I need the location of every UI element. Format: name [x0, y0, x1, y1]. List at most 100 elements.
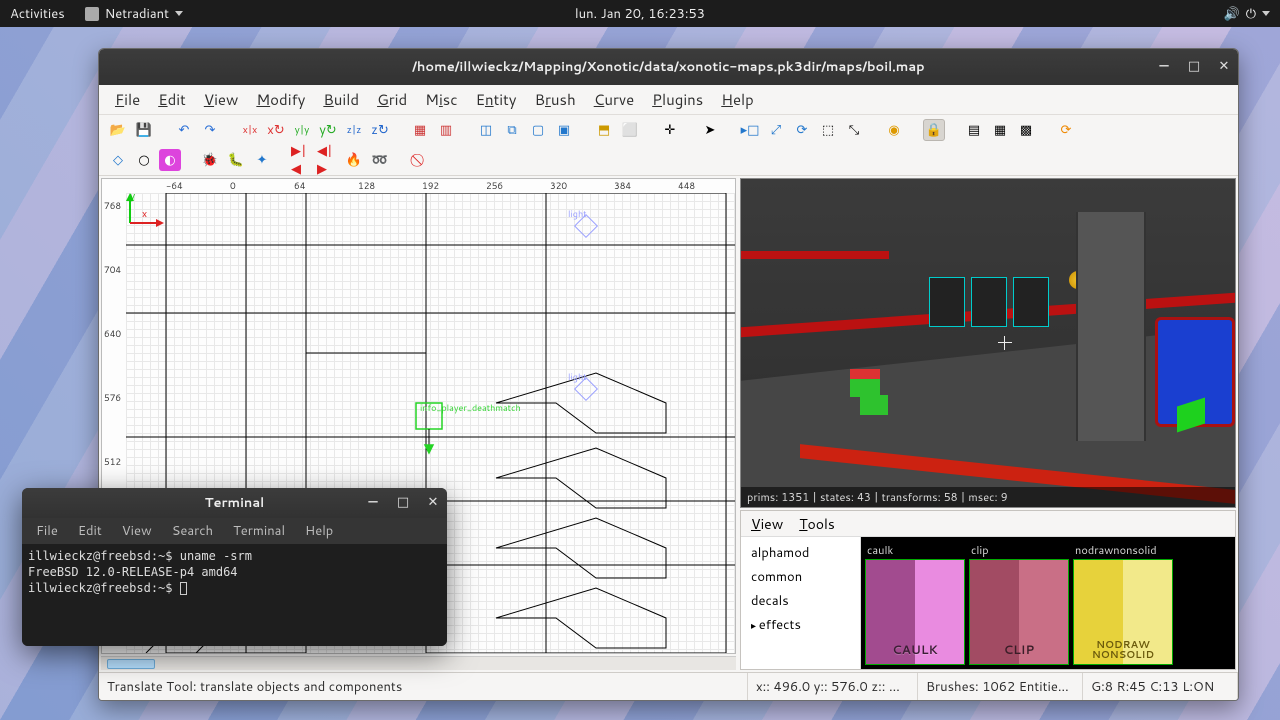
select-rect-icon[interactable]: ⬚: [817, 119, 839, 141]
texture-swatch[interactable]: [1073, 559, 1173, 665]
save-icon[interactable]: 💾: [133, 119, 155, 141]
texture-swatch[interactable]: [969, 559, 1069, 665]
pointer-icon[interactable]: ➤: [699, 119, 721, 141]
texture-category-list[interactable]: alphamodcommondecalseffects: [741, 537, 861, 669]
status-grid: G:8 R:45 C:13 L:ON: [1083, 673, 1238, 700]
view-change-icon[interactable]: ⬒: [593, 119, 615, 141]
ruler-tick: -64: [166, 179, 183, 192]
texture-label: nodrawnonsolid: [1073, 541, 1173, 559]
texture-category-item[interactable]: alphamod: [741, 541, 860, 565]
menu-view[interactable]: View: [196, 86, 247, 113]
minimize-button[interactable]: —: [1156, 59, 1172, 75]
weld-1-icon[interactable]: ▶|◀: [291, 149, 313, 171]
texture-menu-view[interactable]: View: [751, 514, 783, 534]
terminal-menu-item[interactable]: Terminal: [225, 520, 293, 542]
texbrowser-icon[interactable]: ▩: [1015, 119, 1037, 141]
flip-x-icon[interactable]: x|x: [239, 119, 261, 141]
texture-lock-icon[interactable]: 🔒: [923, 119, 945, 141]
cubic-clip-icon[interactable]: ⬜: [619, 119, 641, 141]
menu-brush[interactable]: Brush: [527, 86, 584, 113]
menu-entity[interactable]: Entity: [468, 86, 525, 113]
flip-y-icon[interactable]: y|y: [291, 119, 313, 141]
ruler-tick: 640: [104, 327, 121, 340]
clipper-icon[interactable]: ▸□: [739, 119, 761, 141]
menu-build[interactable]: Build: [315, 86, 367, 113]
rotate-icon[interactable]: ⟳: [791, 119, 813, 141]
system-status-area[interactable]: 🔊 ⏻: [1214, 5, 1280, 23]
weld-2-icon[interactable]: ◀|▶: [317, 149, 339, 171]
maximize-button[interactable]: □: [395, 495, 411, 511]
terminal-titlebar[interactable]: Terminal — □ ✕: [22, 488, 447, 518]
redo-icon[interactable]: ↷: [199, 119, 221, 141]
flame-icon[interactable]: 🔥: [343, 149, 365, 171]
undo-icon[interactable]: ↶: [173, 119, 195, 141]
texture-category-item[interactable]: common: [741, 565, 860, 589]
texture-category-item[interactable]: decals: [741, 589, 860, 613]
select-touching-icon[interactable]: ▦: [409, 119, 431, 141]
console-icon[interactable]: ▦: [989, 119, 1011, 141]
menu-curve[interactable]: Curve: [586, 86, 642, 113]
bobtool-2-icon[interactable]: 🐛: [225, 149, 247, 171]
no-icon[interactable]: ⃠: [409, 149, 431, 171]
hollow-icon[interactable]: ▢: [527, 119, 549, 141]
bobtool-1-icon[interactable]: 🐞: [199, 149, 221, 171]
room-icon[interactable]: ▣: [553, 119, 575, 141]
csg-subtract-icon[interactable]: ◫: [475, 119, 497, 141]
patch-icon[interactable]: ◉: [883, 119, 905, 141]
menu-plugins[interactable]: Plugins: [644, 86, 711, 113]
terminal-menu-item[interactable]: Search: [164, 520, 221, 542]
terminal-menu-item[interactable]: View: [114, 520, 160, 542]
terminal-menu-item[interactable]: Edit: [70, 520, 110, 542]
terminal-output[interactable]: illwieckz@freebsd:~$ uname -srm FreeBSD …: [22, 544, 447, 646]
terminal-menu-item[interactable]: Help: [297, 520, 341, 542]
close-button[interactable]: ✕: [1216, 59, 1232, 75]
minimize-button[interactable]: —: [365, 495, 381, 511]
entity-list-icon[interactable]: ▤: [963, 119, 985, 141]
horizontal-scrollbar[interactable]: [101, 656, 736, 670]
scale-icon[interactable]: ⤢: [765, 119, 787, 141]
resize-icon[interactable]: ⤡: [843, 119, 865, 141]
open-icon[interactable]: 📂: [107, 119, 129, 141]
patch-inspector-icon[interactable]: ◇: [107, 149, 129, 171]
cap-icon[interactable]: ○: [133, 149, 155, 171]
texture-item[interactable]: nodrawnonsolid: [1073, 541, 1173, 665]
status-coords: x:: 496.0 y:: 576.0 z:: …: [748, 673, 918, 700]
3d-status-line: prims: 1351 | states: 43 | transforms: 5…: [741, 487, 1235, 507]
select-inside-icon[interactable]: ▥: [435, 119, 457, 141]
menu-help[interactable]: Help: [713, 86, 762, 113]
bevel-icon[interactable]: ◐: [159, 149, 181, 171]
texture-item[interactable]: caulk: [865, 541, 965, 665]
menu-modify[interactable]: Modify: [248, 86, 313, 113]
volume-icon: 🔊: [1224, 5, 1240, 23]
texture-swatch[interactable]: [865, 559, 965, 665]
refresh-icon[interactable]: ⟳: [1055, 119, 1077, 141]
rotate-y-icon[interactable]: y↻: [317, 119, 339, 141]
flip-z-icon[interactable]: z|z: [343, 119, 365, 141]
terminal-menu-item[interactable]: File: [28, 520, 66, 542]
clock[interactable]: lun. Jan 20, 16:23:53: [565, 5, 715, 23]
terminal-cursor: [180, 582, 187, 595]
csg-merge-icon[interactable]: ⧉: [501, 119, 523, 141]
menu-edit[interactable]: Edit: [150, 86, 194, 113]
terminal-menu-bar: FileEditViewSearchTerminalHelp: [22, 518, 447, 544]
close-button[interactable]: ✕: [425, 495, 441, 511]
spiral-icon[interactable]: ➿: [369, 149, 391, 171]
texture-menu-tools[interactable]: Tools: [799, 514, 835, 534]
menu-grid[interactable]: Grid: [369, 86, 415, 113]
window-titlebar[interactable]: /home/illwieckz/Mapping/Xonotic/data/xon…: [99, 49, 1238, 85]
menu-file[interactable]: File: [107, 86, 148, 113]
app-menu[interactable]: Netradiant: [75, 5, 193, 23]
maximize-button[interactable]: □: [1186, 59, 1202, 75]
3d-viewport[interactable]: prims: 1351 | states: 43 | transforms: 5…: [740, 178, 1236, 508]
axes-icon[interactable]: ✛: [659, 119, 681, 141]
texture-category-item[interactable]: effects: [741, 613, 860, 637]
ruler-tick: 256: [486, 179, 503, 192]
bobtool-3-icon[interactable]: ✦: [251, 149, 273, 171]
scrollbar-thumb[interactable]: [107, 659, 155, 669]
rotate-x-icon[interactable]: x↻: [265, 119, 287, 141]
menu-misc[interactable]: Misc: [417, 86, 465, 113]
texture-item[interactable]: clip: [969, 541, 1069, 665]
activities-button[interactable]: Activities: [0, 5, 75, 23]
texture-grid[interactable]: caulkclipnodrawnonsolid: [861, 537, 1235, 669]
rotate-z-icon[interactable]: z↻: [369, 119, 391, 141]
